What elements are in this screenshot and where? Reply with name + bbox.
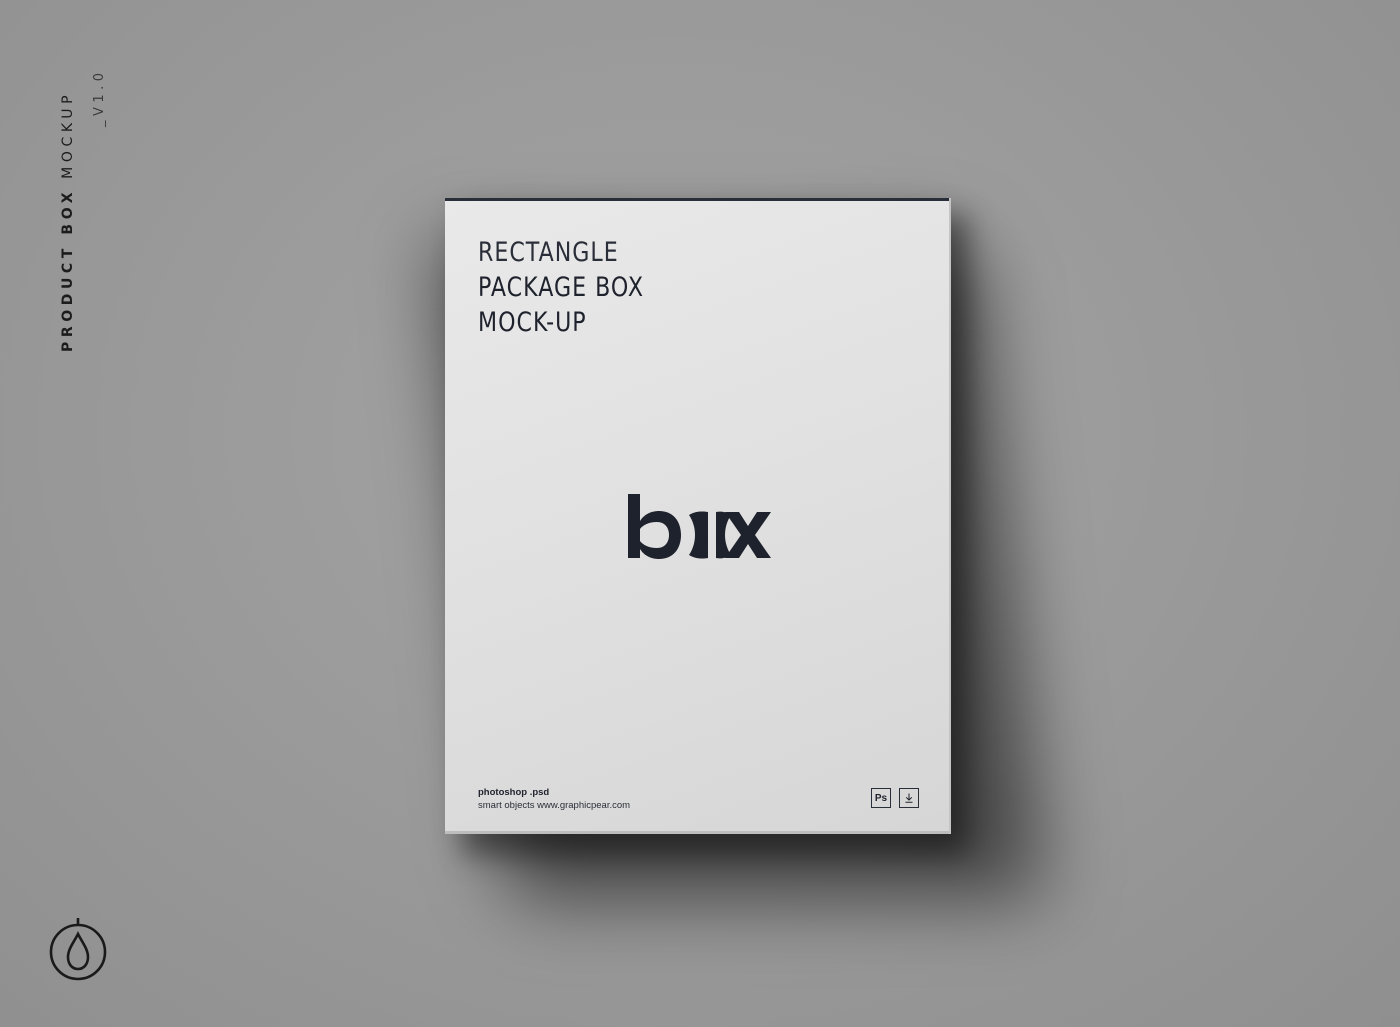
- pear-logo-icon: [49, 918, 107, 981]
- heading-line-1: RECTANGLE: [478, 237, 619, 268]
- side-version: _V1.0: [92, 68, 107, 127]
- box-footer-text: photoshop .psd smart objects www.graphic…: [478, 786, 630, 813]
- footer-format: photoshop .psd: [478, 787, 550, 798]
- package-box: RECTANGLE PACKAGE BOX MOCK-UP box photos…: [445, 198, 951, 834]
- heading-line-2: PACKAGE BOX: [478, 272, 645, 303]
- footer-details: smart objects www.graphicpear.com: [478, 800, 631, 811]
- side-title-bold: PRODUCT BOX: [60, 187, 76, 352]
- box-bottom-edge: [445, 831, 951, 834]
- photoshop-badge: Ps: [871, 788, 891, 808]
- box-heading: RECTANGLE PACKAGE BOX MOCK-UP: [478, 235, 644, 340]
- box-logo: box: [628, 494, 771, 559]
- side-title-rest: MOCKUP: [60, 90, 76, 179]
- heading-line-3: MOCK-UP: [478, 307, 587, 338]
- side-title: PRODUCT BOX MOCKUP: [60, 91, 76, 352]
- download-icon: [899, 788, 919, 808]
- box-right-edge: [949, 198, 951, 834]
